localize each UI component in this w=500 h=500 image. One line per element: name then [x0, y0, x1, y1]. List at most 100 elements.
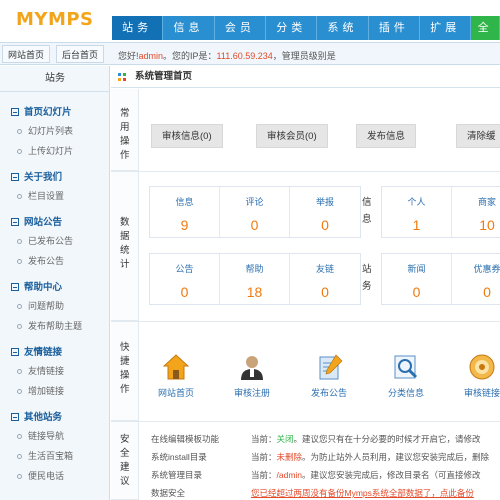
- bullet-icon: [17, 369, 22, 374]
- site-home-button[interactable]: 网站首页: [2, 45, 51, 63]
- stat-value: 1: [412, 217, 421, 233]
- stat-comment[interactable]: 评论 0: [220, 187, 290, 237]
- nav-tab-station[interactable]: 站务: [112, 16, 164, 40]
- stat-value: 0: [250, 217, 259, 233]
- sidebar-group-other[interactable]: 其他站务: [11, 409, 62, 423]
- security-prefix: 当前：: [251, 452, 277, 462]
- stat-personal[interactable]: 个人 1: [382, 187, 452, 237]
- sub-toolbar: 网站首页 后台首页 您好!admin。您的IP是：111.60.59.234，管…: [0, 42, 500, 65]
- home-icon: [162, 354, 190, 380]
- sidebar-item-published-announcements[interactable]: 已发布公告: [17, 234, 73, 247]
- stats-info-box: 信息 9 评论 0 举报 0: [149, 186, 361, 238]
- security-row-template-edit: 在线编辑模板功能 当前：关闭。建议您只有在十分必要的时候才开启它，请修改: [151, 433, 481, 445]
- publish-info-button[interactable]: 发布信息: [356, 124, 417, 148]
- sidebar-item-phone-directory[interactable]: 便民电话: [17, 469, 64, 482]
- ip-prefix: 。您的IP是：: [163, 51, 217, 61]
- bullet-icon: [17, 259, 22, 264]
- security-note: 。建议您只有在十分必要的时候才开启它，请修改: [293, 434, 481, 444]
- sidebar-group-label: 关于我们: [24, 172, 63, 183]
- sidebar-item-upload-slide[interactable]: 上传幻灯片: [17, 144, 73, 157]
- sidebar-title: 站务: [0, 66, 110, 92]
- sidebar-item-life-toolbox[interactable]: 生活百宝箱: [17, 449, 73, 462]
- shortcut-publish-announcement[interactable]: 发布公告: [296, 352, 362, 399]
- sidebar-item-label: 链接导航: [28, 431, 65, 441]
- shortcut-category-info[interactable]: 分类信息: [373, 352, 439, 399]
- collapse-icon: [11, 413, 19, 421]
- stat-value: 9: [180, 217, 189, 233]
- stat-friend-link[interactable]: 友链 0: [290, 254, 360, 304]
- sidebar-item-label: 发布公告: [28, 256, 65, 266]
- sidebar-item-add-link[interactable]: 增加链接: [17, 384, 64, 397]
- sidebar-item-publish-announcement[interactable]: 发布公告: [17, 254, 64, 267]
- nav-tab-system[interactable]: 系统: [317, 16, 369, 40]
- stat-merchant[interactable]: 商家 10: [452, 187, 500, 237]
- stats-row-label: 数据统计: [111, 171, 139, 321]
- sidebar-item-publish-help[interactable]: 发布帮助主题: [17, 319, 82, 332]
- sidebar-item-label: 问题帮助: [28, 301, 65, 311]
- nav-tab-plugin[interactable]: 插件: [369, 16, 421, 40]
- logo-text: MYMPS: [16, 9, 94, 30]
- user-icon: [241, 356, 263, 380]
- stat-help[interactable]: 帮助 18: [220, 254, 290, 304]
- nav-tab-extend[interactable]: 扩展: [420, 16, 472, 40]
- bullet-icon: [17, 194, 22, 199]
- sidebar-group-slides[interactable]: 首页幻灯片: [11, 104, 72, 118]
- stat-value: 0: [321, 284, 329, 300]
- stat-label: 举报: [315, 197, 334, 207]
- shortcut-site-home[interactable]: 网站首页: [143, 352, 209, 399]
- nav-tab-info[interactable]: 信息: [163, 16, 215, 40]
- clear-cache-button[interactable]: 清除缓: [456, 124, 500, 148]
- shortcut-review-link[interactable]: 审核链接: [449, 352, 500, 399]
- bullet-icon: [17, 389, 22, 394]
- sidebar-item-link-nav[interactable]: 链接导航: [17, 429, 64, 442]
- sidebar-item-label: 增加链接: [28, 386, 65, 396]
- shortcut-review-registration[interactable]: 审核注册: [219, 352, 285, 399]
- shortcut-label: 网站首页: [157, 388, 194, 398]
- link-icon: [469, 354, 495, 380]
- sidebar-group-announcements[interactable]: 网站公告: [11, 214, 62, 228]
- review-member-button[interactable]: 审核会员(0): [256, 124, 328, 148]
- stats-label: 数据统计: [120, 217, 130, 270]
- sidebar-item-help-questions[interactable]: 问题帮助: [17, 299, 64, 312]
- sidebar-group-label: 友情链接: [24, 347, 63, 358]
- bullet-icon: [17, 304, 22, 309]
- sidebar-group-label: 帮助中心: [24, 282, 63, 293]
- stat-label: 个人: [407, 197, 426, 207]
- stats-member-box: 个人 1 商家 10: [381, 186, 500, 238]
- stat-label: 帮助: [245, 264, 264, 274]
- sidebar-item-slide-list[interactable]: 幻灯片列表: [17, 124, 73, 137]
- nav-tab-category[interactable]: 分类: [266, 16, 318, 40]
- stat-info[interactable]: 信息 9: [150, 187, 220, 237]
- bullet-icon: [17, 239, 22, 244]
- stat-label: 新闻: [407, 264, 426, 274]
- page-title-text: 系统管理首页: [135, 71, 193, 82]
- sidebar-group-help[interactable]: 帮助中心: [11, 279, 62, 293]
- bullet-icon: [17, 474, 22, 479]
- bullet-icon: [17, 434, 22, 439]
- nav-tab-all[interactable]: 全: [471, 16, 500, 40]
- grid-icon: [118, 73, 126, 81]
- search-doc-icon: [394, 355, 418, 379]
- sidebar-item-label: 生活百宝箱: [28, 451, 74, 461]
- security-prefix: 当前：: [251, 470, 277, 480]
- stat-news[interactable]: 新闻 0: [382, 254, 452, 304]
- nav-tab-member[interactable]: 会员: [215, 16, 267, 40]
- sidebar-item-friend-links[interactable]: 友情链接: [17, 364, 64, 377]
- security-label: 安全建议: [120, 434, 130, 487]
- header: MYMPS 站务 信息 会员 分类 系统 插件 扩展 全: [0, 0, 500, 40]
- page-title: 系统管理首页: [111, 66, 500, 88]
- stat-coupon[interactable]: 优惠券 0: [452, 254, 500, 304]
- sidebar-item-column-settings[interactable]: 栏目设置: [17, 189, 64, 202]
- quick-ops-label: 常用操作: [120, 108, 130, 161]
- security-row-admin-dir: 系统管理目录 当前：/admin。建议您安装完成后，修改目录名（可直接修改: [151, 469, 481, 481]
- sidebar-group-links[interactable]: 友情链接: [11, 344, 62, 358]
- sidebar-group-about[interactable]: 关于我们: [11, 169, 62, 183]
- stat-report[interactable]: 举报 0: [290, 187, 360, 237]
- backup-link[interactable]: 您已经超过两周没有备份Mymps系统全部数据了，点此备份: [251, 488, 474, 498]
- logo[interactable]: MYMPS: [0, 0, 112, 40]
- security-item-name: 系统install目录: [151, 452, 207, 462]
- admin-home-button[interactable]: 后台首页: [56, 45, 105, 63]
- review-info-button[interactable]: 审核信息(0): [151, 124, 223, 148]
- stat-announcement[interactable]: 公告 0: [150, 254, 220, 304]
- stat-label: 评论: [245, 197, 264, 207]
